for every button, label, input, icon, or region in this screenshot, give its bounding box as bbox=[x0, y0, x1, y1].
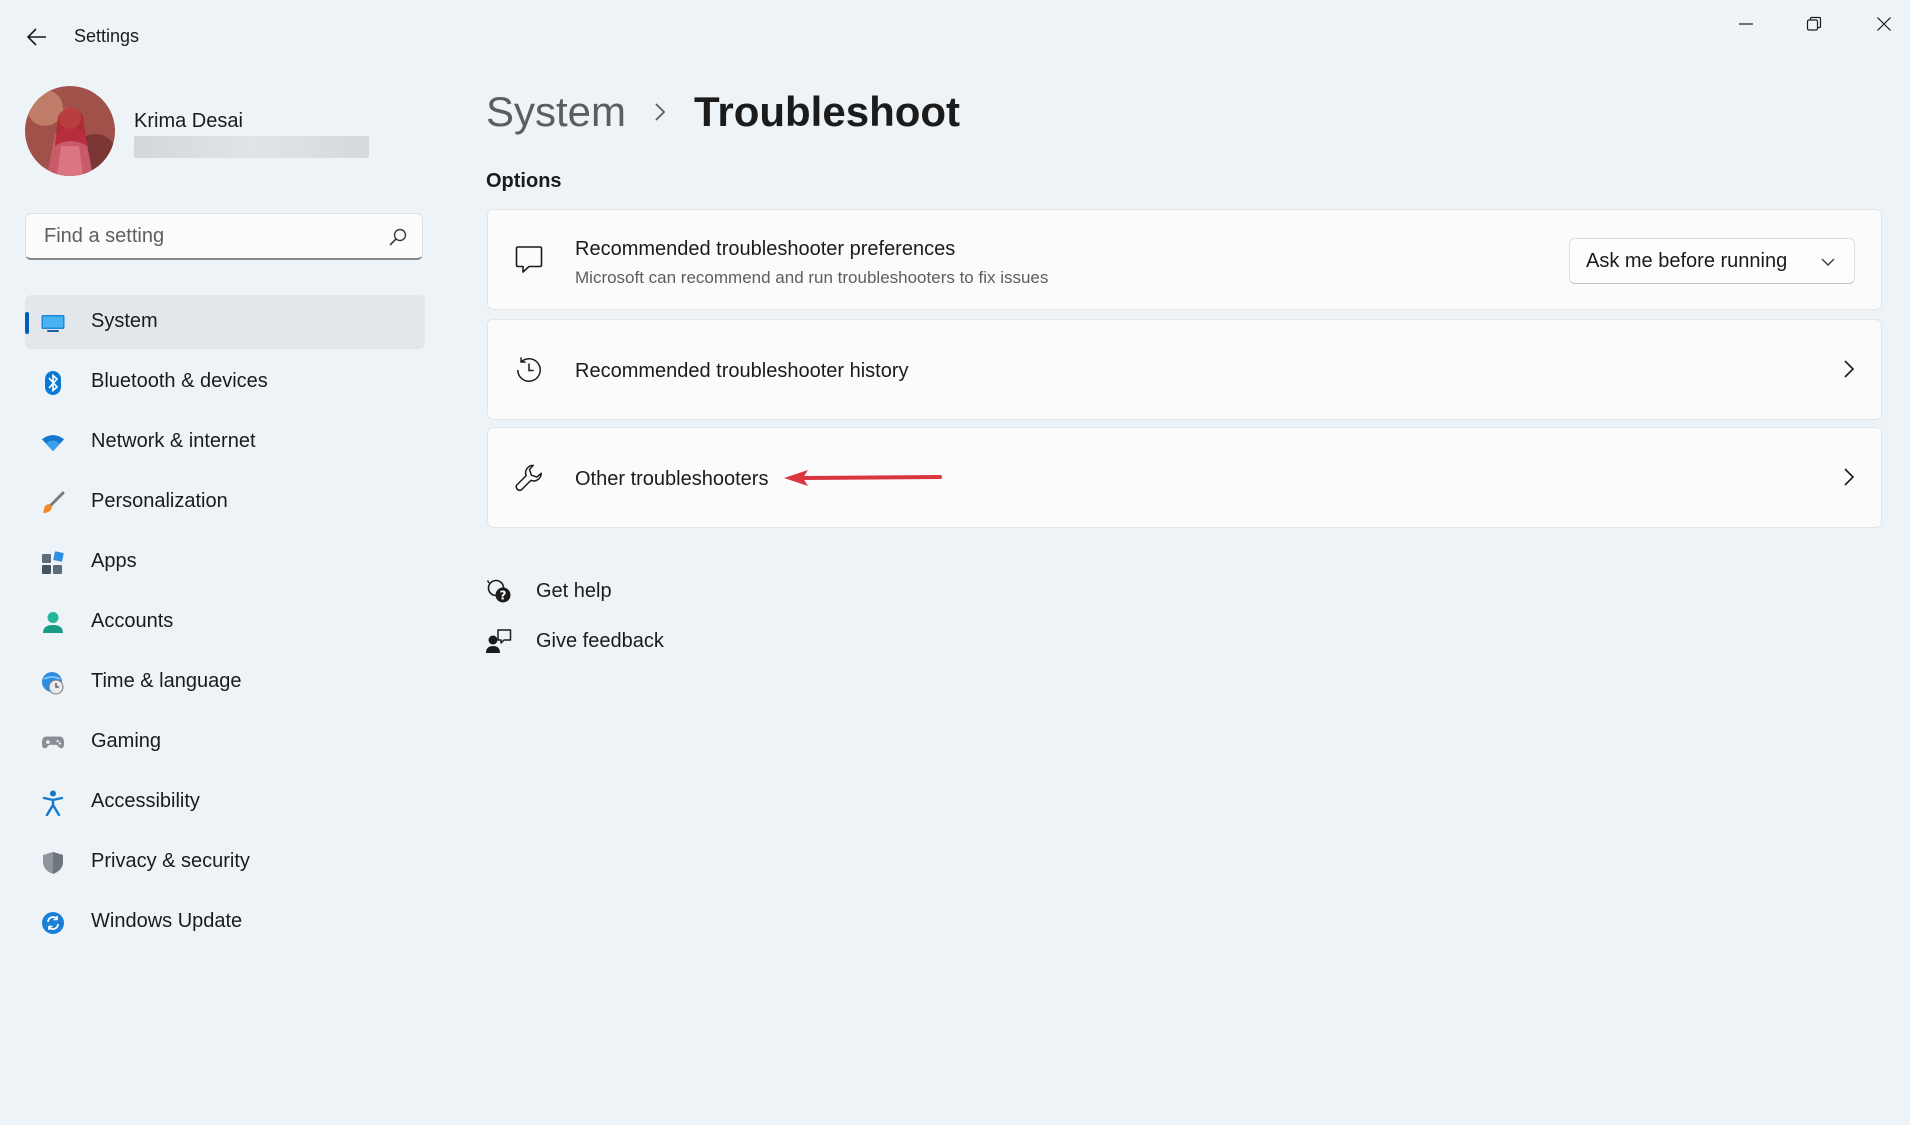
give-feedback-label: Give feedback bbox=[536, 629, 664, 652]
sidebar-item-gaming[interactable]: Gaming bbox=[25, 715, 425, 769]
avatar[interactable] bbox=[25, 86, 115, 176]
chevron-right-icon bbox=[1839, 466, 1859, 488]
sidebar-item-label: Network & internet bbox=[91, 430, 256, 452]
card-other-troubleshooters[interactable]: Other troubleshooters bbox=[487, 427, 1882, 528]
history-icon bbox=[514, 355, 544, 385]
sidebar-item-label: Bluetooth & devices bbox=[91, 370, 268, 392]
bluetooth-icon bbox=[41, 371, 65, 395]
shield-icon bbox=[41, 851, 65, 875]
get-help-link[interactable]: ? Get help bbox=[486, 578, 612, 604]
get-help-label: Get help bbox=[536, 579, 612, 602]
card-subtitle: Microsoft can recommend and run troubles… bbox=[575, 268, 1049, 287]
wifi-icon bbox=[41, 431, 65, 455]
back-button[interactable] bbox=[22, 22, 52, 52]
update-icon bbox=[41, 911, 65, 935]
sidebar-item-label: Apps bbox=[91, 550, 137, 572]
breadcrumb: System Troubleshoot bbox=[486, 88, 960, 136]
chat-bubble-icon bbox=[514, 245, 544, 275]
sidebar-item-bluetooth[interactable]: Bluetooth & devices bbox=[25, 355, 425, 409]
chevron-right-icon bbox=[1839, 358, 1859, 380]
brush-icon bbox=[41, 491, 65, 515]
sidebar-item-label: Windows Update bbox=[91, 910, 243, 932]
title-bar: Settings bbox=[0, 0, 1910, 72]
sidebar-item-privacy-security[interactable]: Privacy & security bbox=[25, 835, 425, 889]
chevron-down-icon bbox=[1821, 258, 1835, 266]
system-icon bbox=[41, 311, 65, 335]
gamepad-icon bbox=[41, 731, 65, 755]
dropdown-selected-value: Ask me before running bbox=[1586, 250, 1788, 272]
sidebar-item-label: Accessibility bbox=[91, 790, 200, 812]
sidebar-item-label: Privacy & security bbox=[91, 850, 250, 872]
minimize-button[interactable] bbox=[1718, 8, 1774, 40]
restore-button[interactable] bbox=[1786, 8, 1842, 40]
svg-text:?: ? bbox=[500, 589, 507, 603]
accessibility-icon bbox=[41, 790, 65, 816]
sidebar-item-apps[interactable]: Apps bbox=[25, 535, 425, 589]
app-title: Settings bbox=[74, 26, 140, 46]
annotation-arrow-icon bbox=[784, 470, 942, 486]
card-troubleshooter-history[interactable]: Recommended troubleshooter history bbox=[487, 319, 1882, 420]
apps-icon bbox=[41, 551, 65, 575]
feedback-icon bbox=[486, 628, 512, 654]
sidebar-item-label: Time & language bbox=[91, 670, 242, 692]
card-title: Recommended troubleshooter preferences bbox=[575, 238, 956, 260]
active-indicator bbox=[25, 312, 29, 334]
card-title: Recommended troubleshooter history bbox=[575, 360, 909, 382]
breadcrumb-parent[interactable]: System bbox=[486, 88, 626, 136]
sidebar-item-label: Personalization bbox=[91, 490, 228, 512]
user-email-redacted bbox=[134, 136, 369, 158]
give-feedback-link[interactable]: Give feedback bbox=[486, 628, 664, 654]
sidebar-item-label: Accounts bbox=[91, 610, 174, 632]
sidebar-item-personalization[interactable]: Personalization bbox=[25, 475, 425, 529]
user-name: Krima Desai bbox=[134, 110, 243, 132]
sidebar-item-system[interactable]: System bbox=[25, 295, 425, 349]
clock-globe-icon bbox=[41, 671, 65, 695]
help-icon: ? bbox=[486, 578, 512, 604]
sidebar-item-windows-update[interactable]: Windows Update bbox=[25, 895, 425, 949]
section-label-options: Options bbox=[486, 170, 562, 192]
wrench-icon bbox=[514, 463, 544, 493]
back-arrow-icon bbox=[27, 28, 46, 46]
search-input[interactable] bbox=[42, 224, 376, 249]
sidebar-item-network[interactable]: Network & internet bbox=[25, 415, 425, 469]
close-icon bbox=[1877, 17, 1891, 31]
page-title: Troubleshoot bbox=[694, 88, 961, 135]
troubleshooter-preference-dropdown[interactable]: Ask me before running bbox=[1569, 238, 1855, 284]
minimize-icon bbox=[1739, 23, 1753, 25]
account-icon bbox=[41, 611, 65, 635]
sidebar-item-time-language[interactable]: Time & language bbox=[25, 655, 425, 709]
restore-icon bbox=[1806, 16, 1822, 31]
search-icon[interactable] bbox=[388, 227, 408, 247]
sidebar-item-label: Gaming bbox=[91, 730, 162, 752]
sidebar-item-accessibility[interactable]: Accessibility bbox=[25, 775, 425, 829]
sidebar-item-accounts[interactable]: Accounts bbox=[25, 595, 425, 649]
card-title: Other troubleshooters bbox=[575, 468, 769, 490]
search-box[interactable] bbox=[25, 213, 423, 260]
breadcrumb-separator-icon bbox=[650, 101, 670, 123]
close-button[interactable] bbox=[1856, 8, 1910, 40]
sidebar-nav: System Bluetooth & devices Network & int… bbox=[25, 295, 425, 955]
card-recommended-preferences: Recommended troubleshooter preferences M… bbox=[487, 209, 1882, 310]
sidebar-item-label: System bbox=[91, 310, 158, 332]
